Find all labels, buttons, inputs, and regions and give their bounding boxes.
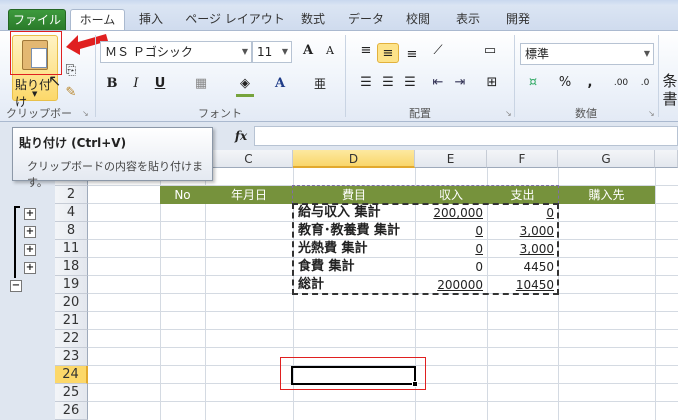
conditional-format-label-2[interactable]: 書 — [662, 89, 678, 109]
fill-color-icon[interactable]: ◈ — [236, 74, 254, 97]
number-format-select[interactable]: 標準 ▼ — [520, 43, 654, 65]
number-format-value: 標準 — [525, 47, 550, 61]
expand-button[interactable]: + — [24, 244, 36, 256]
ribbon: 貼り付け ▼ ⎘ ✎ ↖ クリップボード ↘ ＭＳ Ｐゴシック▼ 11▼ A A… — [0, 30, 678, 136]
alignment-group-label: 配置 — [409, 107, 431, 120]
font-name-select[interactable]: ＭＳ Ｐゴシック ▼ — [100, 41, 252, 63]
column-header-c[interactable]: C — [205, 150, 293, 168]
row-header[interactable]: 18 — [55, 258, 88, 276]
paste-tooltip: 貼り付け (Ctrl+V) クリップボードの内容を貼り付けます。 — [12, 127, 213, 189]
number-launcher-icon[interactable]: ↘ — [648, 109, 655, 118]
expand-button[interactable]: + — [24, 226, 36, 238]
font-size-value: 11 — [257, 45, 273, 59]
tab-developer[interactable]: 開発 — [498, 9, 538, 31]
outline-pane — [0, 150, 55, 420]
tab-file[interactable]: ファイル — [8, 9, 66, 31]
increase-decimal-button[interactable]: .00 — [610, 73, 632, 93]
formula-input[interactable] — [254, 126, 678, 146]
expand-button[interactable]: + — [24, 208, 36, 220]
bold-button[interactable]: B — [104, 74, 120, 94]
row-header[interactable]: 22 — [55, 330, 88, 348]
header-date[interactable]: 年月日 — [205, 186, 293, 204]
font-name-value: ＭＳ Ｐゴシック — [105, 45, 193, 59]
align-middle-icon[interactable]: ≡ — [377, 43, 399, 63]
row-header[interactable]: 20 — [55, 294, 88, 312]
expand-button[interactable]: + — [24, 262, 36, 274]
align-bottom-icon[interactable]: ≡ — [402, 45, 422, 65]
column-header-h[interactable] — [655, 150, 678, 168]
row-header[interactable]: 26 — [55, 402, 88, 420]
format-painter-icon[interactable]: ✎ — [62, 83, 80, 103]
italic-button[interactable]: I — [128, 74, 144, 94]
font-size-select[interactable]: 11 ▼ — [252, 41, 292, 63]
tooltip-description: クリップボードの内容を貼り付けます。 — [27, 160, 203, 189]
align-left-icon[interactable]: ☰ — [356, 73, 376, 93]
align-top-icon[interactable]: ≡ — [356, 41, 376, 61]
insert-function-button[interactable]: fx — [228, 126, 254, 146]
column-header-g[interactable]: G — [558, 150, 655, 168]
underline-button[interactable]: U — [152, 74, 168, 94]
row-header-selected[interactable]: 24 — [55, 366, 88, 384]
number-group-label: 数値 — [575, 107, 597, 120]
fill-handle[interactable] — [412, 381, 418, 387]
percent-button[interactable]: % — [556, 73, 574, 93]
column-header-e[interactable]: E — [415, 150, 487, 168]
currency-icon[interactable]: ¤ — [522, 73, 544, 93]
mouse-cursor-icon: ↖ — [48, 71, 62, 90]
font-group-label: フォント — [198, 107, 242, 120]
tab-insert[interactable]: 挿入 — [130, 9, 172, 31]
column-header-d[interactable]: D — [293, 150, 415, 168]
grow-font-button[interactable]: A — [300, 41, 316, 61]
decrease-indent-icon[interactable]: ⇤ — [428, 73, 448, 93]
clipboard-launcher-icon[interactable]: ↘ — [82, 109, 89, 118]
merge-center-icon[interactable]: ⊞ — [480, 73, 504, 93]
row-header[interactable]: 23 — [55, 348, 88, 366]
row-header[interactable]: 21 — [55, 312, 88, 330]
conditional-format-label[interactable]: 条 — [662, 71, 678, 91]
wrap-text-icon[interactable]: ▭ — [480, 41, 500, 61]
tab-data[interactable]: データ — [342, 9, 390, 31]
annotation-highlight-box — [10, 31, 62, 75]
orientation-icon[interactable]: ⟋ — [428, 41, 448, 61]
row-header[interactable]: 11 — [55, 240, 88, 258]
copy-icon[interactable]: ⎘ — [62, 61, 80, 81]
font-color-button[interactable]: A — [272, 74, 288, 94]
increase-indent-icon[interactable]: ⇥ — [450, 73, 470, 93]
tab-view[interactable]: 表示 — [448, 9, 488, 31]
row-header[interactable]: 19 — [55, 276, 88, 294]
active-cell[interactable] — [291, 366, 416, 385]
copy-marquee — [292, 203, 559, 295]
comma-button[interactable]: , — [584, 73, 596, 93]
tab-home[interactable]: ホーム — [70, 9, 125, 31]
tooltip-title: 貼り付け (Ctrl+V) — [19, 136, 127, 150]
align-center-icon[interactable]: ☰ — [378, 73, 398, 93]
decrease-decimal-button[interactable]: .0 — [634, 73, 656, 93]
borders-icon[interactable]: ▦ — [192, 74, 210, 94]
align-right-icon[interactable]: ☰ — [400, 73, 420, 93]
outline-bracket — [14, 206, 16, 278]
tab-formulas[interactable]: 数式 — [292, 9, 334, 31]
shrink-font-button[interactable]: A — [322, 41, 338, 61]
ribbon-tabs: ファイル ホーム 挿入 ページ レイアウト 数式 データ 校閲 表示 開発 — [0, 5, 678, 31]
tab-page-layout[interactable]: ページ レイアウト — [180, 9, 290, 31]
row-header[interactable]: 8 — [55, 222, 88, 240]
column-header-f[interactable]: F — [487, 150, 558, 168]
header-vendor[interactable]: 購入先 — [558, 186, 655, 204]
alignment-launcher-icon[interactable]: ↘ — [505, 109, 512, 118]
row-header[interactable]: 25 — [55, 384, 88, 402]
phonetic-button[interactable]: 亜 — [312, 74, 328, 94]
collapse-button[interactable]: − — [10, 280, 22, 292]
tab-review[interactable]: 校閲 — [398, 9, 438, 31]
row-header[interactable]: 4 — [55, 204, 88, 222]
copy-marquee-header — [292, 185, 559, 204]
